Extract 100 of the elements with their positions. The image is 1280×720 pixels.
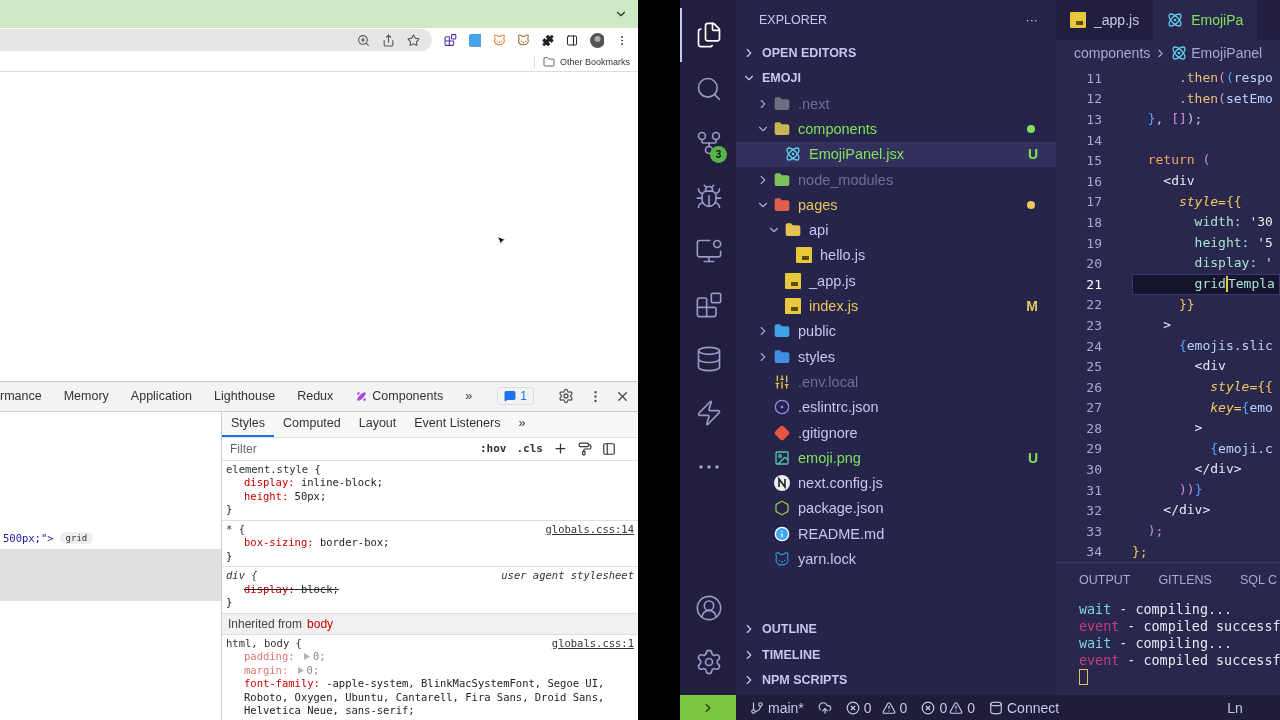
line-number: 16: [1085, 173, 1102, 189]
files-icon: [695, 21, 723, 49]
tree-item[interactable]: styles: [736, 343, 1056, 370]
puzzle-icon[interactable]: [542, 33, 555, 47]
extension-icon[interactable]: [443, 33, 457, 47]
code-line: {emoji.c: [1209, 439, 1274, 458]
stylesheet-source[interactable]: globals.css:1: [551, 636, 634, 650]
tree-item[interactable]: hello.js: [736, 242, 1056, 269]
cls-button[interactable]: .cls: [516, 442, 543, 455]
code-line: }}: [1177, 295, 1196, 314]
sidebar-toggle-icon[interactable]: [602, 441, 616, 456]
styles-subtab[interactable]: Layout: [349, 411, 406, 437]
settings-icon[interactable]: [558, 388, 574, 404]
star-icon[interactable]: [406, 33, 420, 47]
devtools-tab[interactable]: Memory: [52, 381, 120, 411]
explorer-title: EXPLORER: [759, 13, 828, 27]
more-tabs-button[interactable]: »: [509, 411, 535, 437]
share-icon[interactable]: [381, 33, 395, 47]
folder-icon: [785, 222, 801, 239]
css-declaration: margin: 0;: [243, 663, 321, 677]
line-number: 13: [1085, 112, 1102, 127]
more-tabs-button[interactable]: »: [454, 381, 484, 411]
hov-button[interactable]: :hov: [480, 442, 507, 455]
devtools-tab[interactable]: Components: [344, 381, 455, 411]
closing-brace: }: [226, 596, 233, 610]
section-header[interactable]: OPEN EDITORS: [736, 40, 1056, 66]
tree-item[interactable]: README.md: [736, 521, 1056, 547]
stylesheet-source[interactable]: globals.css:14: [545, 522, 634, 536]
status-dot: [1027, 200, 1035, 209]
tree-item[interactable]: emoji.png U: [736, 445, 1056, 471]
tree-item[interactable]: pages: [736, 192, 1056, 218]
sliders-icon: [774, 373, 790, 390]
styles-subtab[interactable]: Computed: [274, 411, 350, 437]
paint-icon[interactable]: [578, 441, 592, 456]
css-selector: element.style {: [226, 462, 321, 476]
atom-icon: [1167, 12, 1184, 28]
dom-node-row[interactable]: [0, 548, 221, 601]
branch-status[interactable]: main*: [750, 699, 804, 716]
tree-item[interactable]: public: [736, 318, 1056, 344]
terminal-cursor: [1079, 669, 1088, 686]
devtools-tab[interactable]: Redux: [286, 381, 345, 411]
panel-tab[interactable]: GITLENS: [1158, 573, 1212, 588]
sync-button[interactable]: [817, 700, 832, 715]
connection-status[interactable]: Connect: [989, 699, 1060, 716]
dom-node-row[interactable]: 500px;"> grid: [0, 526, 221, 549]
line-number: 19: [1085, 235, 1102, 251]
more-actions-button[interactable]: ···: [1025, 13, 1038, 27]
breadcrumb-item[interactable]: EmojiPanel: [1191, 45, 1263, 61]
inherited-element-link[interactable]: body: [307, 616, 334, 631]
zoom-icon[interactable]: [356, 33, 370, 47]
warning-icon: [881, 700, 896, 715]
editor-tab[interactable]: EmojiPa: [1153, 0, 1258, 40]
code-line: key={emo: [1209, 398, 1274, 417]
image-icon: [774, 449, 790, 466]
line-number: 28: [1085, 420, 1102, 436]
js-file-icon: [785, 272, 801, 289]
devtools-tab[interactable]: Application: [119, 381, 203, 411]
line-number: 20: [1085, 256, 1102, 272]
tree-item[interactable]: package.json: [736, 495, 1056, 522]
line-number: 32: [1085, 503, 1102, 519]
tree-item[interactable]: yarn.lock: [736, 546, 1056, 572]
activity-bar-item[interactable]: 3: [680, 116, 736, 170]
section-header[interactable]: EMOJI: [736, 65, 1056, 91]
bookmark-folder[interactable]: Other Bookmarks: [533, 55, 630, 68]
tree-item[interactable]: _app.js: [736, 268, 1056, 294]
styles-subtab[interactable]: Event Listeners: [405, 411, 510, 437]
warnings-status[interactable]: 0: [881, 699, 908, 716]
add-icon[interactable]: [553, 441, 568, 456]
devtools-tab[interactable]: rmance: [0, 381, 53, 411]
errors-status[interactable]: 0: [921, 699, 948, 716]
tree-item[interactable]: api: [736, 217, 1056, 243]
tree-item[interactable]: .eslintrc.json: [736, 394, 1056, 420]
code-line: </div>: [1162, 501, 1212, 520]
tree-item[interactable]: .gitignore: [736, 419, 1056, 446]
code-line: style={{: [1209, 377, 1274, 396]
breadcrumb-item[interactable]: components: [1074, 45, 1151, 61]
tree-item[interactable]: EmojiPanel.jsx U: [736, 141, 1056, 167]
dom-node-text: 500px;">: [3, 531, 54, 544]
side-panel-icon[interactable]: [566, 33, 579, 47]
tree-item[interactable]: components: [736, 116, 1056, 142]
js-file-icon: [796, 247, 812, 264]
errors-status[interactable]: 0: [845, 699, 872, 716]
panel-tab[interactable]: SQL C: [1239, 573, 1277, 588]
issues-button[interactable]: 1: [497, 387, 534, 405]
devtools-tab[interactable]: Lighthouse: [203, 381, 287, 411]
folder-icon: [774, 120, 790, 137]
warnings-status[interactable]: 0: [949, 699, 975, 716]
code-line: );: [1146, 522, 1165, 541]
section-header[interactable]: OUTLINE: [736, 616, 1056, 642]
grid-badge[interactable]: grid: [59, 531, 94, 544]
cursor-position[interactable]: Ln: [1227, 699, 1243, 716]
section-header[interactable]: NPM SCRIPTS: [736, 667, 1056, 693]
tree-item[interactable]: next.config.js: [736, 470, 1056, 496]
tree-item[interactable]: index.js M: [736, 293, 1056, 319]
section-header[interactable]: TIMELINE: [736, 642, 1056, 668]
blocks-icon: [695, 291, 723, 319]
avatar-icon[interactable]: [590, 32, 605, 48]
hexagon-icon: [774, 500, 790, 517]
line-number: 11: [1085, 70, 1102, 86]
panel-tab[interactable]: OUTPUT: [1079, 573, 1131, 588]
